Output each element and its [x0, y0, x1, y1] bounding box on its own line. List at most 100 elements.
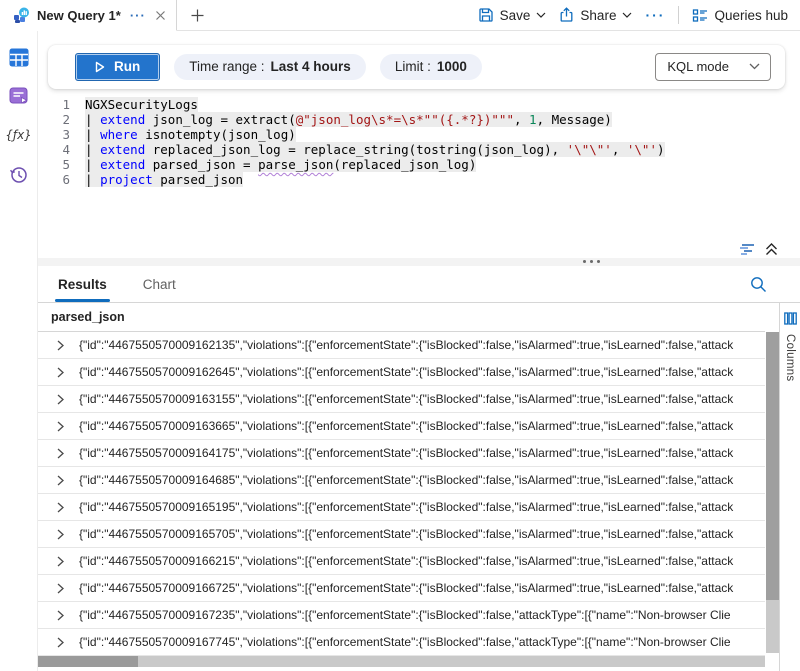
columns-panel-label: Columns	[784, 334, 796, 381]
share-icon	[559, 7, 574, 23]
horizontal-scroll-thumb[interactable]	[38, 656, 138, 667]
columns-panel-toggle[interactable]: Columns	[779, 303, 800, 671]
line-number: 1	[38, 97, 70, 112]
functions-icon[interactable]: {ƒx}	[8, 124, 30, 146]
tab-results[interactable]: Results	[55, 269, 110, 302]
expand-chevron-icon[interactable]	[57, 556, 64, 567]
share-label: Share	[580, 8, 616, 23]
time-range-pill[interactable]: Time range : Last 4 hours	[174, 54, 366, 80]
expand-chevron-icon[interactable]	[57, 394, 64, 405]
code-line: | extend json_log = extract(@"json_log\s…	[85, 112, 790, 127]
history-icon[interactable]	[8, 163, 30, 185]
expand-chevron-icon[interactable]	[57, 367, 64, 378]
expand-chevron-icon[interactable]	[57, 610, 64, 621]
tab-new-query-1[interactable]: New Query 1* ···	[0, 0, 177, 31]
table-row[interactable]: {"id":"4467550570009167235","violations"…	[38, 602, 765, 629]
left-rail: {ƒx}	[0, 31, 38, 671]
editor-gutter: 123456	[38, 97, 70, 187]
save-label: Save	[500, 8, 531, 23]
table-row[interactable]: {"id":"4467550570009165195","violations"…	[38, 494, 765, 521]
row-json-text: {"id":"4467550570009164175","violations"…	[79, 446, 733, 460]
new-tab-button[interactable]	[177, 0, 218, 30]
results-rows: {"id":"4467550570009162135","violations"…	[38, 332, 765, 656]
table-row[interactable]: {"id":"4467550570009166215","violations"…	[38, 548, 765, 575]
panel-splitter[interactable]	[38, 258, 800, 266]
collapse-editor-icon[interactable]	[765, 242, 778, 256]
table-row[interactable]: {"id":"4467550570009163155","violations"…	[38, 386, 765, 413]
editor-code: NGXSecurityLogs| extend json_log = extra…	[85, 97, 790, 187]
row-json-text: {"id":"4467550570009165195","violations"…	[79, 500, 733, 514]
results-tab-strip: Results Chart	[38, 266, 800, 303]
line-number: 4	[38, 142, 70, 157]
run-label: Run	[114, 59, 140, 74]
line-number: 3	[38, 127, 70, 142]
azure-data-explorer-window: New Query 1* ··· Save	[0, 0, 800, 671]
connections-table-icon[interactable]	[8, 46, 30, 68]
line-number: 2	[38, 112, 70, 127]
query-toolbar: Run Time range : Last 4 hours Limit : 10…	[48, 45, 785, 89]
row-json-text: {"id":"4467550570009164685","violations"…	[79, 473, 733, 487]
tab-close-icon[interactable]	[155, 10, 166, 21]
row-json-text: {"id":"4467550570009167235","violations"…	[79, 608, 731, 622]
time-range-label: Time range :	[189, 59, 264, 74]
divider	[678, 6, 679, 24]
code-line: | project parsed_json	[85, 172, 790, 187]
expand-chevron-icon[interactable]	[57, 583, 64, 594]
editor-actions	[739, 242, 778, 256]
more-options-button[interactable]: ···	[645, 7, 665, 23]
expand-chevron-icon[interactable]	[57, 448, 64, 459]
limit-pill[interactable]: Limit : 1000	[380, 54, 482, 80]
run-button[interactable]: Run	[75, 53, 160, 81]
table-row[interactable]: {"id":"4467550570009163665","violations"…	[38, 413, 765, 440]
table-row[interactable]: {"id":"4467550570009164685","violations"…	[38, 467, 765, 494]
query-mode-value: KQL mode	[667, 59, 729, 74]
row-json-text: {"id":"4467550570009163665","violations"…	[79, 419, 733, 433]
table-row[interactable]: {"id":"4467550570009162135","violations"…	[38, 332, 765, 359]
limit-value: 1000	[437, 59, 467, 74]
line-number: 6	[38, 172, 70, 187]
save-button[interactable]: Save	[478, 7, 547, 23]
queries-hub-button[interactable]: Queries hub	[692, 8, 788, 23]
row-json-text: {"id":"4467550570009165705","violations"…	[79, 527, 733, 541]
save-icon	[478, 7, 494, 23]
table-row[interactable]: {"id":"4467550570009167745","violations"…	[38, 629, 765, 656]
line-number: 5	[38, 157, 70, 172]
time-range-value: Last 4 hours	[271, 59, 351, 74]
tab-title: New Query 1*	[37, 8, 121, 23]
vertical-scroll-thumb[interactable]	[766, 332, 779, 600]
table-row[interactable]: {"id":"4467550570009162645","violations"…	[38, 359, 765, 386]
query-summary-icon[interactable]	[739, 243, 756, 256]
expand-chevron-icon[interactable]	[57, 637, 64, 648]
tab-chart[interactable]: Chart	[140, 269, 179, 302]
query-mode-select[interactable]: KQL mode	[655, 53, 771, 81]
table-row[interactable]: {"id":"4467550570009164175","violations"…	[38, 440, 765, 467]
results-grid: parsed_json {"id":"4467550570009162135",…	[38, 303, 765, 656]
queries-hub-icon	[692, 8, 708, 23]
code-line: NGXSecurityLogs	[85, 97, 790, 112]
row-json-text: {"id":"4467550570009167745","violations"…	[79, 635, 731, 649]
chevron-down-icon	[536, 12, 546, 18]
code-line: | extend replaced_json_log = replace_str…	[85, 142, 790, 157]
results-horizontal-scrollbar[interactable]	[38, 656, 765, 667]
expand-chevron-icon[interactable]	[57, 421, 64, 432]
row-json-text: {"id":"4467550570009166725","violations"…	[79, 581, 733, 595]
code-line: | where isnotempty(json_log)	[85, 127, 790, 142]
queries-hub-label: Queries hub	[714, 8, 788, 23]
table-row[interactable]: {"id":"4467550570009166725","violations"…	[38, 575, 765, 602]
expand-chevron-icon[interactable]	[57, 502, 64, 513]
expand-chevron-icon[interactable]	[57, 340, 64, 351]
row-json-text: {"id":"4467550570009166215","violations"…	[79, 554, 733, 568]
column-header-parsed-json[interactable]: parsed_json	[38, 303, 765, 332]
table-row[interactable]: {"id":"4467550570009165705","violations"…	[38, 521, 765, 548]
query-editor[interactable]: 123456 NGXSecurityLogs| extend json_log …	[38, 97, 790, 242]
tab-more-icon[interactable]: ···	[128, 9, 148, 22]
expand-chevron-icon[interactable]	[57, 529, 64, 540]
code-line: | extend parsed_json = parse_json(replac…	[85, 157, 790, 172]
expand-chevron-icon[interactable]	[57, 475, 64, 486]
share-button[interactable]: Share	[559, 7, 632, 23]
splitter-handle-icon[interactable]	[583, 260, 600, 263]
row-json-text: {"id":"4467550570009162645","violations"…	[79, 365, 733, 379]
results-vertical-scrollbar[interactable]	[766, 332, 779, 653]
search-icon[interactable]	[750, 276, 767, 293]
query-document-icon[interactable]	[8, 85, 30, 107]
